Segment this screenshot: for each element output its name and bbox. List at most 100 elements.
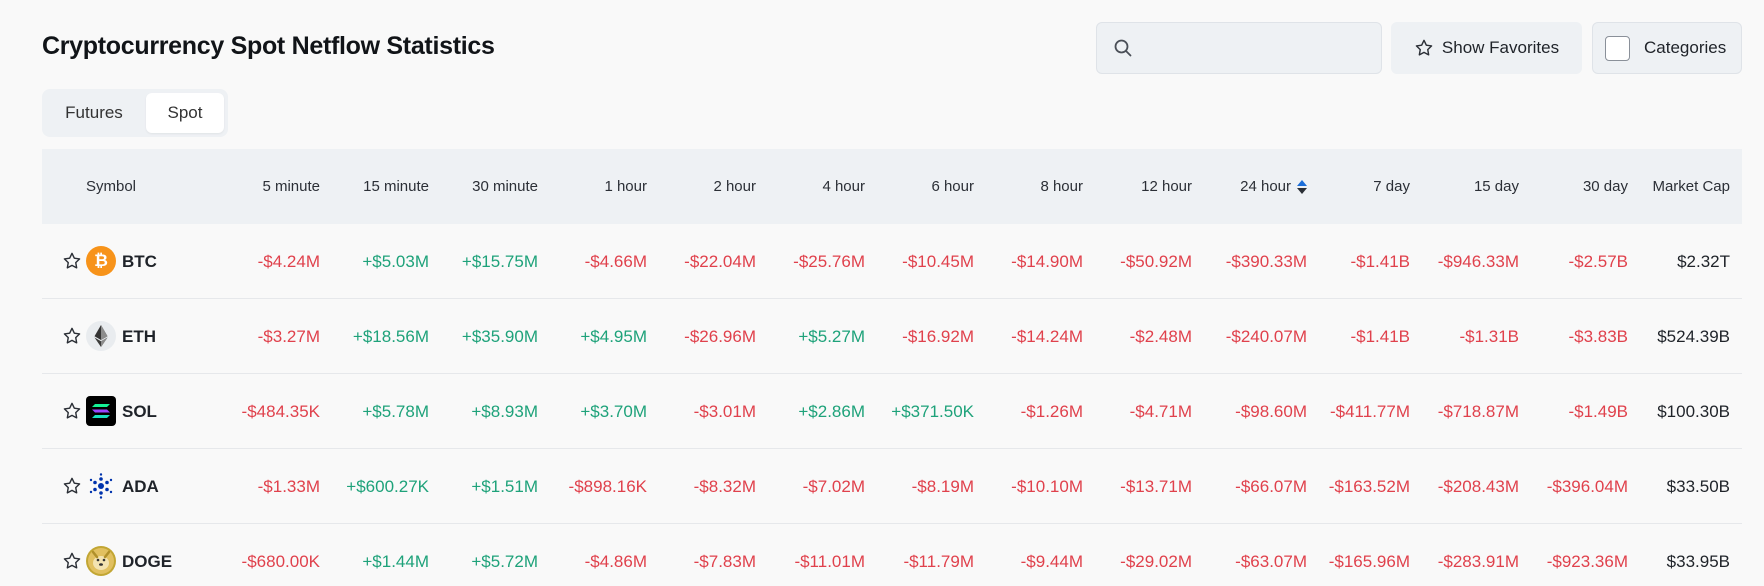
symbol-label[interactable]: ETH [122,299,156,374]
netflow-value: +$2.86M [798,401,865,421]
table-body: ₿ BTC -$4.24M +$5.03M +$15.75M -$4.66M -$22.04… [42,224,1742,586]
netflow-value: -$163.52M [1328,476,1410,496]
netflow-value: -$2.57B [1568,251,1628,271]
categories-label: Categories [1644,38,1727,57]
sort-icon [1297,179,1307,194]
netflow-value: -$98.60M [1235,401,1307,421]
netflow-value: -$1.26M [1020,401,1083,421]
ethereum-icon [86,321,116,351]
column-header-5-minute[interactable]: 5 minute [262,149,320,224]
column-header-30-day[interactable]: 30 day [1583,149,1628,224]
netflow-value: -$1.31B [1459,326,1519,346]
dogecoin-icon [86,546,116,576]
tab-futures[interactable]: Futures [46,93,142,133]
star-icon [1415,39,1433,56]
page-title: Cryptocurrency Spot Netflow Statistics [42,32,495,60]
column-header-12-hour[interactable]: 12 hour [1141,149,1192,224]
netflow-value: -$718.87M [1437,401,1519,421]
netflow-value: -$484.35K [241,401,320,421]
favorite-star-icon[interactable] [62,251,82,271]
netflow-value: -$3.27M [257,326,320,346]
show-favorites-button[interactable]: Show Favorites [1391,22,1582,74]
market-cap-value: $100.30B [1657,401,1730,421]
favorite-star-icon[interactable] [62,551,82,571]
netflow-value: +$1.51M [471,476,538,496]
table-row[interactable]: ₿ BTC -$4.24M +$5.03M +$15.75M -$4.66M -$22.04… [42,224,1742,299]
netflow-value: -$11.79M [903,551,974,571]
favorite-star-icon[interactable] [62,401,82,421]
netflow-value: +$1.44M [362,551,429,571]
symbol-label[interactable]: DOGE [122,524,172,586]
tab-spot[interactable]: Spot [146,93,224,133]
netflow-value: -$208.43M [1437,476,1519,496]
market-cap-value: $33.50B [1666,476,1730,496]
netflow-table: Symbol 5 minute 15 minute 30 minute 1 ho… [42,149,1742,586]
table-row[interactable]: ETH -$3.27M +$18.56M +$35.90M +$4.95M -$26.96… [42,299,1742,374]
table-row[interactable]: DOGE -$680.00K +$1.44M +$5.72M -$4.86M -$7.83… [42,524,1742,586]
netflow-value: +$5.27M [798,326,865,346]
netflow-value: -$9.44M [1020,551,1083,571]
favorite-star-icon[interactable] [62,326,82,346]
netflow-value: +$5.03M [362,251,429,271]
netflow-value: -$14.24M [1011,326,1083,346]
categories-button[interactable]: Categories [1592,22,1742,74]
column-header-24-hour[interactable]: 24 hour [1240,149,1307,224]
market-cap-value: $33.95B [1666,551,1730,571]
search-input[interactable] [1141,33,1369,63]
netflow-value: -$283.91M [1437,551,1519,571]
netflow-value: -$1.33M [257,476,320,496]
netflow-value: +$371.50K [891,401,974,421]
column-header-30-minute[interactable]: 30 minute [472,149,538,224]
column-header-15-day[interactable]: 15 day [1474,149,1519,224]
netflow-value: -$946.33M [1437,251,1519,271]
netflow-value: -$14.90M [1011,251,1083,271]
netflow-value: -$1.41B [1350,326,1410,346]
netflow-value: -$1.41B [1350,251,1410,271]
netflow-value: +$4.95M [580,326,647,346]
column-header-6-hour[interactable]: 6 hour [931,149,974,224]
table-row[interactable]: SOL -$484.35K +$5.78M +$8.93M +$3.70M -$3.01M… [42,374,1742,449]
column-header-24-hour-label: 24 hour [1240,178,1291,195]
netflow-value: +$3.70M [580,401,647,421]
column-header-8-hour[interactable]: 8 hour [1040,149,1083,224]
netflow-value: -$26.96M [684,326,756,346]
symbol-label[interactable]: SOL [122,374,157,449]
favorite-star-icon[interactable] [62,476,82,496]
netflow-value: -$7.83M [693,551,756,571]
netflow-value: +$15.75M [461,251,538,271]
categories-checkbox[interactable] [1605,35,1630,61]
netflow-value: +$5.78M [362,401,429,421]
column-header-7-day[interactable]: 7 day [1373,149,1410,224]
netflow-value: +$600.27K [346,476,429,496]
netflow-value: -$411.77M [1329,401,1410,421]
column-header-symbol[interactable]: Symbol [86,149,136,224]
netflow-value: -$396.04M [1546,476,1628,496]
netflow-value: -$25.76M [793,251,865,271]
solana-icon [86,396,116,426]
show-favorites-label: Show Favorites [1441,38,1560,57]
market-cap-value: $524.39B [1657,326,1730,346]
column-header-1-hour[interactable]: 1 hour [604,149,647,224]
search-box[interactable] [1096,22,1382,74]
netflow-value: -$10.10M [1011,476,1083,496]
column-header-market-cap[interactable]: Market Cap [1652,149,1730,224]
netflow-value: -$50.92M [1120,251,1192,271]
market-type-tabs: Futures Spot [42,89,228,137]
symbol-label[interactable]: BTC [122,224,157,299]
netflow-value: -$165.96M [1328,551,1410,571]
bitcoin-icon: ₿ [86,246,116,276]
netflow-value: -$63.07M [1235,551,1307,571]
netflow-value: -$8.32M [693,476,756,496]
column-header-2-hour[interactable]: 2 hour [713,149,756,224]
netflow-value: +$5.72M [471,551,538,571]
search-icon [1114,39,1132,57]
netflow-value: -$10.45M [902,251,974,271]
netflow-value: -$4.66M [584,251,647,271]
symbol-label[interactable]: ADA [122,449,159,524]
column-header-4-hour[interactable]: 4 hour [822,149,865,224]
netflow-value: -$680.00K [241,551,320,571]
netflow-value: +$18.56M [352,326,429,346]
table-row[interactable]: ADA -$1.33M +$600.27K +$1.51M -$898.16K -$8.3… [42,449,1742,524]
column-header-15-minute[interactable]: 15 minute [363,149,429,224]
netflow-value: -$4.24M [257,251,320,271]
